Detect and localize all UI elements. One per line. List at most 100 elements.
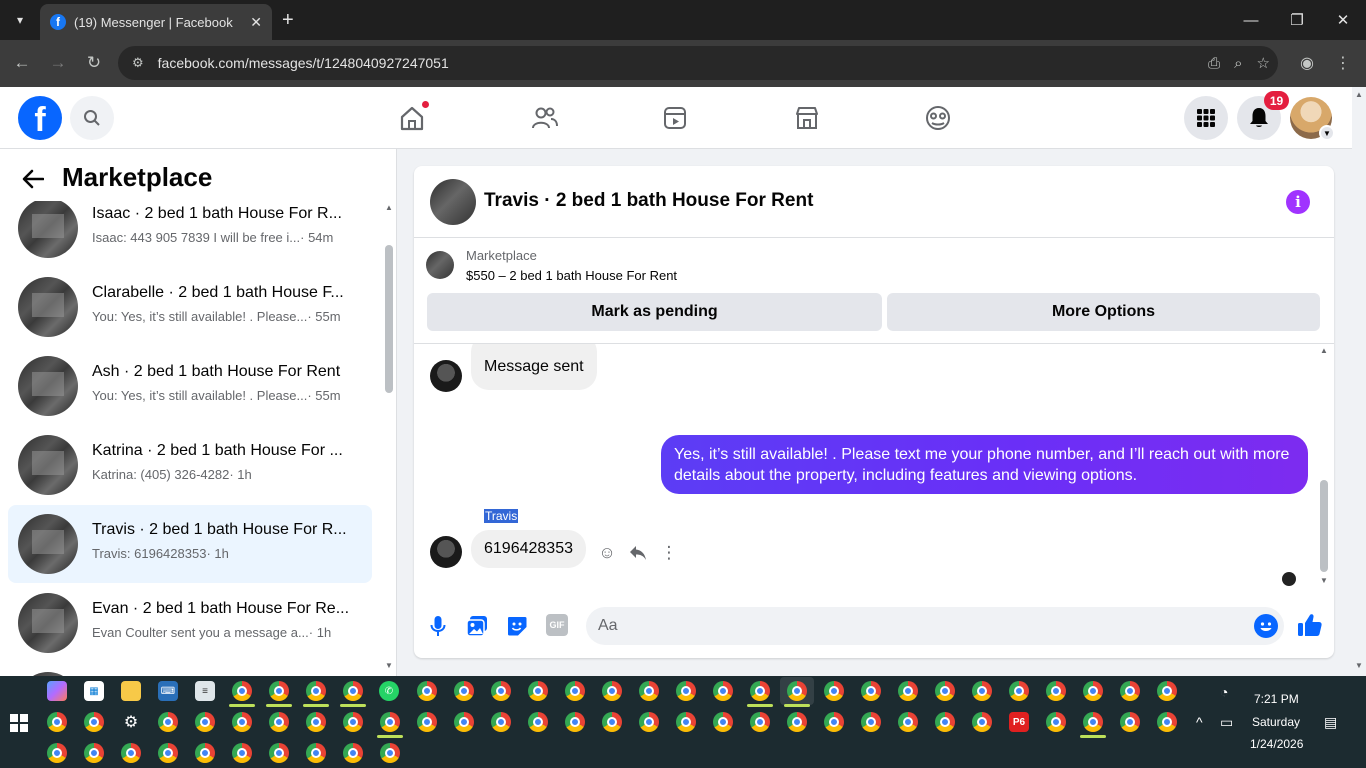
microphone-icon[interactable] bbox=[425, 613, 451, 639]
scroll-down-icon[interactable]: ▼ bbox=[1318, 576, 1330, 585]
restore-button[interactable]: ❐ bbox=[1274, 0, 1320, 40]
chrome-icon[interactable] bbox=[602, 681, 622, 701]
browser-tab[interactable]: f (19) Messenger | Facebook ✕ bbox=[40, 4, 272, 40]
close-tab-icon[interactable]: ✕ bbox=[250, 14, 262, 31]
chrome-icon[interactable] bbox=[158, 712, 178, 732]
info-icon[interactable]: i bbox=[1286, 190, 1310, 214]
scroll-up-icon[interactable]: ▲ bbox=[384, 203, 394, 212]
clock-date[interactable]: 1/24/2026 bbox=[1250, 737, 1303, 751]
chrome-icon[interactable] bbox=[454, 681, 474, 701]
chrome-icon[interactable] bbox=[491, 712, 511, 732]
scroll-down-icon[interactable]: ▼ bbox=[1352, 661, 1366, 670]
marketplace-icon[interactable] bbox=[790, 101, 824, 135]
install-app-icon[interactable]: ⎙ bbox=[1208, 55, 1220, 72]
copilot-icon[interactable] bbox=[47, 681, 67, 701]
chrome-icon[interactable] bbox=[158, 743, 178, 763]
friends-icon[interactable] bbox=[527, 101, 561, 135]
chrome-icon[interactable] bbox=[306, 743, 326, 763]
site-settings-icon[interactable]: ⚙ bbox=[132, 55, 144, 71]
chat-listing-thumbnail[interactable] bbox=[430, 179, 476, 225]
chrome-icon[interactable] bbox=[898, 712, 918, 732]
chrome-icon[interactable] bbox=[639, 681, 659, 701]
chrome-icon[interactable] bbox=[454, 712, 474, 732]
chrome-icon[interactable] bbox=[1046, 681, 1066, 701]
menu-grid-icon[interactable] bbox=[1184, 96, 1228, 140]
chrome-icon[interactable] bbox=[713, 712, 733, 732]
keyboard-app-icon[interactable]: ⌨ bbox=[158, 681, 178, 701]
chrome-icon[interactable] bbox=[417, 712, 437, 732]
scrollbar-thumb[interactable] bbox=[1320, 480, 1328, 572]
more-options-button[interactable]: More Options bbox=[887, 293, 1320, 331]
chrome-icon[interactable] bbox=[676, 712, 696, 732]
chrome-icon[interactable] bbox=[47, 743, 67, 763]
photo-gallery-icon[interactable] bbox=[464, 613, 490, 639]
chrome-icon[interactable] bbox=[787, 712, 807, 732]
conversation-item[interactable]: Clarabelle · 2 bed 1 bath House F... You… bbox=[8, 268, 372, 346]
back-icon[interactable]: ← bbox=[10, 51, 34, 75]
menu-kebab-icon[interactable]: ⋮ bbox=[1331, 51, 1355, 75]
chrome-icon[interactable] bbox=[1009, 681, 1029, 701]
chrome-icon[interactable] bbox=[565, 681, 585, 701]
account-chevron-down-icon[interactable]: ▼ bbox=[1319, 125, 1335, 141]
chrome-icon[interactable] bbox=[602, 712, 622, 732]
scroll-down-icon[interactable]: ▼ bbox=[384, 661, 394, 670]
more-actions-kebab-icon[interactable]: ⋮ bbox=[657, 541, 681, 565]
p6-app-icon[interactable]: P6 bbox=[1009, 712, 1029, 732]
chrome-icon[interactable] bbox=[84, 712, 104, 732]
conversation-item-active[interactable]: Travis · 2 bed 1 bath House For R... Tra… bbox=[8, 505, 372, 583]
chrome-icon[interactable] bbox=[1083, 712, 1103, 732]
page-scrollbar[interactable]: ▲ ▼ bbox=[1352, 87, 1366, 676]
facebook-logo[interactable]: f bbox=[18, 96, 62, 140]
back-arrow-icon[interactable] bbox=[22, 166, 48, 192]
chrome-icon[interactable] bbox=[1120, 681, 1140, 701]
listing-title[interactable]: $550 – 2 bed 1 bath House For Rent bbox=[466, 268, 677, 283]
chrome-icon[interactable] bbox=[935, 681, 955, 701]
thumbs-up-like-icon[interactable] bbox=[1296, 611, 1324, 639]
file-explorer-icon[interactable] bbox=[121, 681, 141, 701]
chrome-icon[interactable] bbox=[898, 681, 918, 701]
search-icon[interactable] bbox=[70, 96, 114, 140]
chrome-icon[interactable] bbox=[269, 743, 289, 763]
new-tab-button[interactable]: + bbox=[282, 8, 294, 32]
chrome-icon[interactable] bbox=[343, 743, 363, 763]
chrome-icon[interactable] bbox=[417, 681, 437, 701]
chrome-icon[interactable] bbox=[84, 743, 104, 763]
microsoft-store-icon[interactable]: ▦ bbox=[84, 681, 104, 701]
react-smiley-icon[interactable]: ☺ bbox=[595, 541, 619, 565]
chrome-icon[interactable] bbox=[750, 681, 770, 701]
notepad-icon[interactable]: ≡ bbox=[195, 681, 215, 701]
notification-center-icon[interactable]: ▤ bbox=[1324, 714, 1337, 731]
conversation-item[interactable]: Ash · 2 bed 1 bath House For Rent You: Y… bbox=[8, 347, 372, 425]
reload-icon[interactable]: ↻ bbox=[82, 51, 106, 75]
forward-icon[interactable]: → bbox=[46, 51, 70, 75]
chrome-icon[interactable] bbox=[639, 712, 659, 732]
close-window-button[interactable]: ✕ bbox=[1320, 0, 1366, 40]
chrome-icon[interactable] bbox=[269, 712, 289, 732]
tab-search-chevron-icon[interactable]: ▾ bbox=[8, 8, 32, 32]
scroll-up-icon[interactable]: ▲ bbox=[1352, 90, 1366, 99]
chrome-icon[interactable] bbox=[380, 712, 400, 732]
chrome-icon[interactable] bbox=[1120, 712, 1140, 732]
profile-icon[interactable]: ◉ bbox=[1295, 51, 1319, 75]
chrome-icon[interactable] bbox=[713, 681, 733, 701]
settings-gear-icon[interactable]: ⚙ bbox=[121, 712, 141, 732]
thread-scrollbar[interactable]: ▲ ▼ bbox=[1318, 344, 1330, 588]
chrome-icon[interactable] bbox=[1083, 681, 1103, 701]
battery-icon[interactable]: ▭ bbox=[1220, 714, 1233, 731]
clock-day[interactable]: Saturday bbox=[1252, 715, 1300, 729]
chrome-icon[interactable] bbox=[676, 681, 696, 701]
chat-title[interactable]: Travis · 2 bed 1 bath House For Rent bbox=[484, 190, 813, 212]
chrome-icon[interactable] bbox=[47, 712, 67, 732]
chrome-icon[interactable] bbox=[1046, 712, 1066, 732]
scrollbar-thumb[interactable] bbox=[385, 245, 393, 393]
chrome-icon[interactable] bbox=[306, 681, 326, 701]
chrome-icon[interactable] bbox=[787, 681, 807, 701]
windows-start-icon[interactable] bbox=[10, 714, 28, 732]
watch-video-icon[interactable] bbox=[658, 101, 692, 135]
chrome-icon[interactable] bbox=[195, 712, 215, 732]
message-input[interactable] bbox=[586, 607, 1284, 645]
chrome-icon[interactable] bbox=[232, 712, 252, 732]
sticker-icon[interactable] bbox=[504, 613, 530, 639]
conversation-list-scrollbar[interactable]: ▲ ▼ bbox=[384, 201, 394, 676]
conversation-item[interactable]: Katrina · 2 bed 1 bath House For ... Kat… bbox=[8, 426, 372, 504]
